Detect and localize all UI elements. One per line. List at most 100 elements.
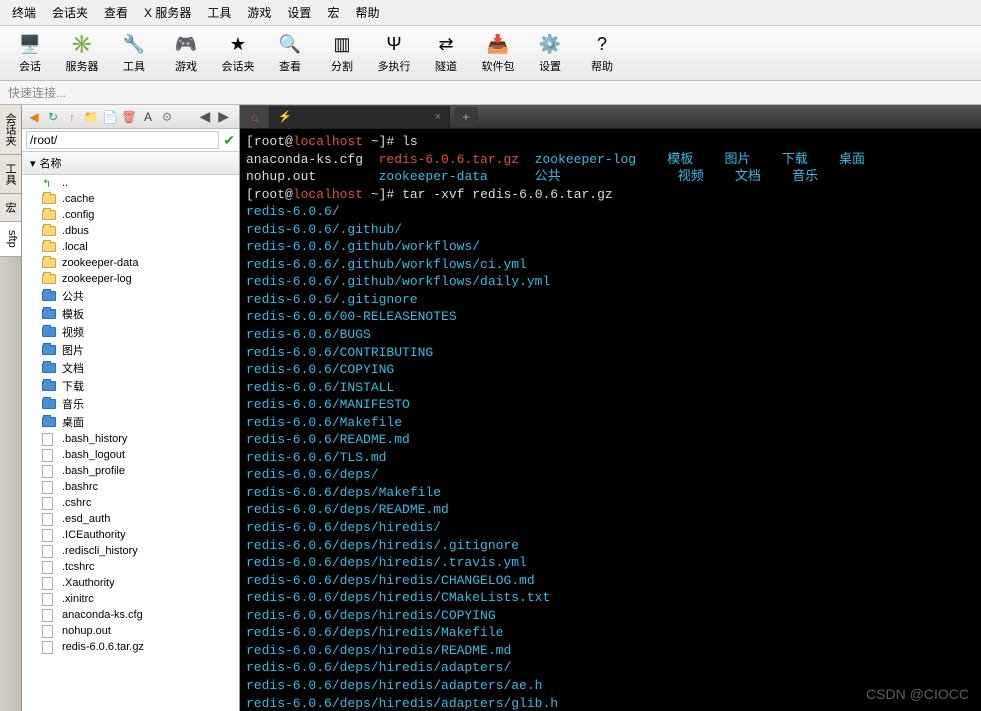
menu-工具[interactable]: 工具 bbox=[201, 2, 237, 23]
menu-X 服务器[interactable]: X 服务器 bbox=[138, 2, 197, 23]
session-tab[interactable]: ⚡ × bbox=[270, 106, 450, 128]
sidetab-宏[interactable]: 宏 bbox=[0, 194, 21, 222]
close-tab-icon[interactable]: × bbox=[435, 111, 441, 123]
file-row[interactable]: .tcshrc bbox=[22, 559, 239, 575]
side-tabs: 会话夹工具宏sftp bbox=[0, 105, 22, 711]
file-row[interactable]: zookeeper-log bbox=[22, 271, 239, 287]
服务器-icon: ✳️ bbox=[70, 32, 94, 56]
tool-游戏[interactable]: 🎮游戏 bbox=[162, 30, 210, 76]
file-icon bbox=[42, 448, 58, 462]
file-icon bbox=[42, 592, 58, 606]
file-row[interactable]: .cache bbox=[22, 191, 239, 207]
home-tab[interactable]: ⌂ bbox=[240, 106, 270, 128]
工具-icon: 🔧 bbox=[122, 32, 146, 56]
terminal[interactable]: [root@localhost ~]# ls anaconda-ks.cfg r… bbox=[240, 129, 981, 711]
file-icon bbox=[42, 480, 58, 494]
file-row[interactable]: .xinitrc bbox=[22, 591, 239, 607]
quick-connect[interactable]: 快速连接... bbox=[0, 81, 981, 105]
file-icon bbox=[42, 640, 58, 654]
file-row[interactable]: 下载 bbox=[22, 377, 239, 395]
file-row[interactable]: 桌面 bbox=[22, 413, 239, 431]
隧道-icon: ⇄ bbox=[434, 32, 458, 56]
check-icon: ✔ bbox=[223, 132, 235, 149]
file-row[interactable]: .bash_history bbox=[22, 431, 239, 447]
tool-隧道[interactable]: ⇄隧道 bbox=[422, 30, 470, 76]
file-list[interactable]: ↰...cache.config.dbus.localzookeeper-dat… bbox=[22, 175, 239, 711]
menu-终端[interactable]: 终端 bbox=[6, 2, 42, 23]
folder-icon bbox=[42, 343, 58, 357]
folder-icon bbox=[42, 192, 58, 206]
tool-服务器[interactable]: ✳️服务器 bbox=[58, 30, 106, 76]
menu-帮助[interactable]: 帮助 bbox=[349, 2, 385, 23]
tool-工具[interactable]: 🔧工具 bbox=[110, 30, 158, 76]
fptool-6[interactable]: A bbox=[140, 109, 156, 125]
fptool-1[interactable]: ↻ bbox=[45, 109, 61, 125]
menu-查看[interactable]: 查看 bbox=[98, 2, 134, 23]
file-row[interactable]: ↰.. bbox=[22, 175, 239, 191]
folder-icon bbox=[42, 272, 58, 286]
folder-icon bbox=[42, 361, 58, 375]
nav-fwd-icon[interactable]: ▶ bbox=[216, 108, 231, 125]
nav-back-icon[interactable]: ◀ bbox=[197, 108, 212, 125]
file-row[interactable]: .ICEauthority bbox=[22, 527, 239, 543]
file-row[interactable]: .rediscli_history bbox=[22, 543, 239, 559]
tool-查看[interactable]: 🔍查看 bbox=[266, 30, 314, 76]
file-row[interactable]: anaconda-ks.cfg bbox=[22, 607, 239, 623]
file-row[interactable]: .Xauthority bbox=[22, 575, 239, 591]
column-header[interactable]: ▾名称 bbox=[22, 152, 239, 175]
软件包-icon: 📥 bbox=[486, 32, 510, 56]
sidetab-sftp[interactable]: sftp bbox=[0, 222, 21, 257]
tool-设置[interactable]: ⚙️设置 bbox=[526, 30, 574, 76]
file-icon bbox=[42, 512, 58, 526]
fptool-7[interactable]: ⚙ bbox=[159, 109, 175, 125]
tool-会话夹[interactable]: ★会话夹 bbox=[214, 30, 262, 76]
menu-游戏[interactable]: 游戏 bbox=[241, 2, 277, 23]
fptool-5[interactable]: 🗑 bbox=[121, 109, 137, 125]
tool-会话[interactable]: 🖥️会话 bbox=[6, 30, 54, 76]
sidetab-会话夹[interactable]: 会话夹 bbox=[0, 105, 21, 155]
folder-icon bbox=[42, 307, 58, 321]
tool-分割[interactable]: ▥分割 bbox=[318, 30, 366, 76]
file-row[interactable]: zookeeper-data bbox=[22, 255, 239, 271]
file-row[interactable]: 视频 bbox=[22, 323, 239, 341]
file-row[interactable]: .bash_profile bbox=[22, 463, 239, 479]
帮助-icon: ? bbox=[590, 32, 614, 56]
sidetab-工具[interactable]: 工具 bbox=[0, 155, 21, 194]
menu-设置[interactable]: 设置 bbox=[281, 2, 317, 23]
watermark: CSDN @CIOCC bbox=[866, 686, 969, 702]
file-row[interactable]: .bashrc bbox=[22, 479, 239, 495]
file-row[interactable]: 模板 bbox=[22, 305, 239, 323]
查看-icon: 🔍 bbox=[278, 32, 302, 56]
file-row[interactable]: .dbus bbox=[22, 223, 239, 239]
file-row[interactable]: .config bbox=[22, 207, 239, 223]
多执行-icon: Ψ bbox=[382, 32, 406, 56]
file-row[interactable]: .local bbox=[22, 239, 239, 255]
folder-icon bbox=[42, 379, 58, 393]
fptool-2[interactable]: ↑ bbox=[64, 109, 80, 125]
up-icon: ↰ bbox=[42, 176, 58, 190]
menu-会话夹[interactable]: 会话夹 bbox=[46, 2, 94, 23]
tool-软件包[interactable]: 📥软件包 bbox=[474, 30, 522, 76]
会话夹-icon: ★ bbox=[226, 32, 250, 56]
file-row[interactable]: 音乐 bbox=[22, 395, 239, 413]
设置-icon: ⚙️ bbox=[538, 32, 562, 56]
file-row[interactable]: redis-6.0.6.tar.gz bbox=[22, 639, 239, 655]
file-row[interactable]: .bash_logout bbox=[22, 447, 239, 463]
menu-宏[interactable]: 宏 bbox=[321, 2, 345, 23]
file-row[interactable]: nohup.out bbox=[22, 623, 239, 639]
file-row[interactable]: 公共 bbox=[22, 287, 239, 305]
fptool-3[interactable]: 📁 bbox=[83, 109, 99, 125]
term-tab-bar: ⌂ ⚡ × + bbox=[240, 105, 981, 129]
fptool-0[interactable]: ◀ bbox=[26, 109, 42, 125]
file-row[interactable]: .esd_auth bbox=[22, 511, 239, 527]
file-icon bbox=[42, 432, 58, 446]
tool-帮助[interactable]: ?帮助 bbox=[578, 30, 626, 76]
tool-多执行[interactable]: Ψ多执行 bbox=[370, 30, 418, 76]
file-icon bbox=[42, 544, 58, 558]
add-tab-button[interactable]: + bbox=[454, 107, 478, 127]
file-row[interactable]: 图片 bbox=[22, 341, 239, 359]
file-row[interactable]: 文档 bbox=[22, 359, 239, 377]
file-row[interactable]: .cshrc bbox=[22, 495, 239, 511]
fptool-4[interactable]: 📄 bbox=[102, 109, 118, 125]
path-input[interactable] bbox=[26, 131, 219, 149]
